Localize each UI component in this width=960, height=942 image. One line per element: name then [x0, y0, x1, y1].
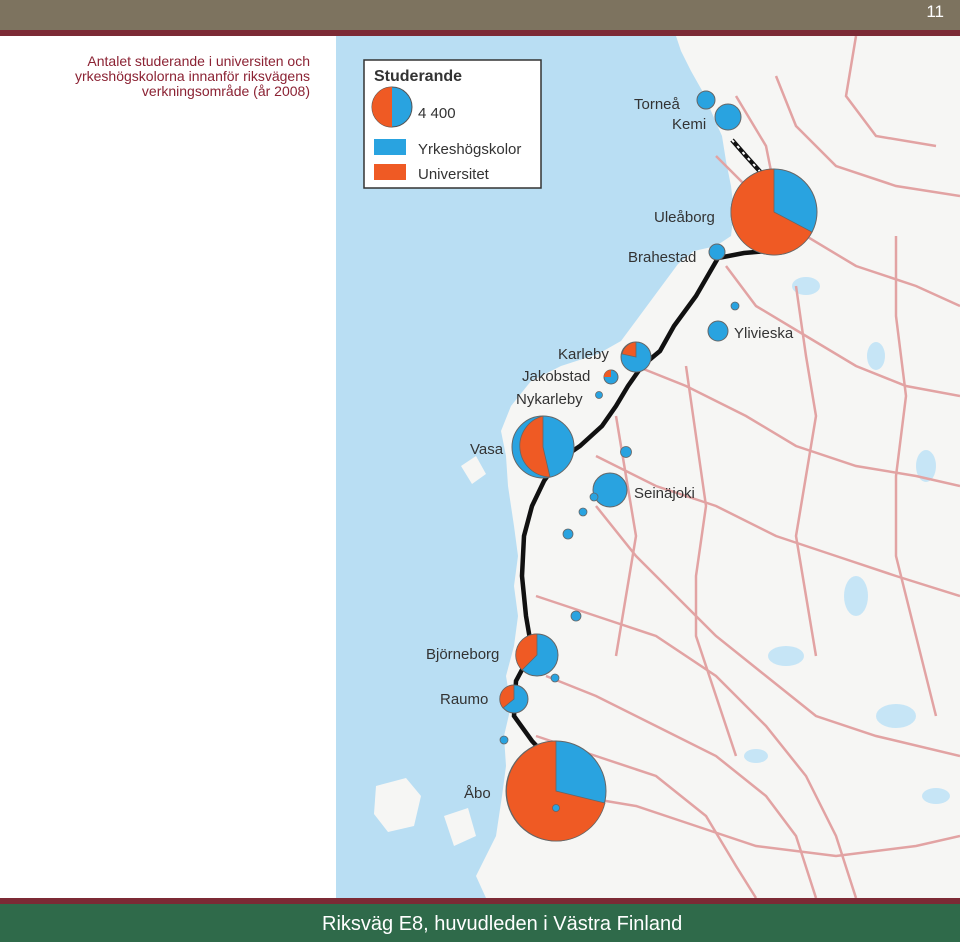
pie-seinajoki [592, 472, 628, 508]
label-uleaborg: Uleåborg [654, 209, 715, 226]
label-jakobstad: Jakobstad [522, 368, 590, 385]
label-karleby: Karleby [558, 346, 609, 363]
pie-raumo [499, 684, 529, 714]
label-abo: Åbo [464, 785, 491, 802]
label-nykarleby: Nykarleby [516, 391, 583, 408]
label-ylivieska: Ylivieska [734, 325, 794, 342]
page-number: 11 [926, 2, 944, 21]
caption-line-3: verkningsområde (år 2008) [141, 83, 310, 99]
legend-polytechnic-label: Yrkeshögskolor [418, 141, 521, 158]
map-caption: Antalet studerande i universiten och yrk… [40, 54, 310, 99]
legend-size-value: 4 400 [418, 105, 456, 122]
pie-abo [505, 740, 607, 842]
caption-line-1: Antalet studerande i universiten och [87, 53, 310, 69]
legend-size-pie [371, 86, 413, 128]
pie-bjorneborg [515, 633, 559, 677]
legend-university-swatch [374, 164, 406, 180]
legend-university-label: Universitet [418, 166, 490, 183]
pie-brahestad [708, 243, 726, 261]
label-seinajoki: Seinäjoki [634, 485, 695, 502]
pie-uleaborg [730, 168, 818, 256]
pie-tornea [696, 90, 716, 110]
top-bar [0, 0, 960, 30]
caption-line-2: yrkeshögskolorna innanför riksvägens [74, 68, 310, 84]
pie-kemi [714, 103, 742, 131]
legend: Studerande 4 400 Yrkeshögskolor Universi… [363, 59, 542, 189]
finland-map: Studerande 4 400 Yrkeshögskolor Universi… [336, 36, 960, 898]
label-brahestad: Brahestad [628, 249, 696, 266]
legend-polytechnic-swatch [374, 139, 406, 155]
legend-title: Studerande [374, 68, 462, 85]
label-tornea: Torneå [634, 96, 681, 113]
pie-ylivieska [707, 320, 729, 342]
label-bjorneborg: Björneborg [426, 646, 499, 663]
pie-vasa [511, 415, 575, 479]
footer-title: Riksväg E8, huvudleden i Västra Finland [322, 913, 683, 935]
pie-jakobstad [603, 369, 619, 385]
label-kemi: Kemi [672, 116, 706, 133]
pie-karleby [620, 341, 652, 373]
label-vasa: Vasa [470, 441, 504, 458]
label-raumo: Raumo [440, 691, 488, 708]
